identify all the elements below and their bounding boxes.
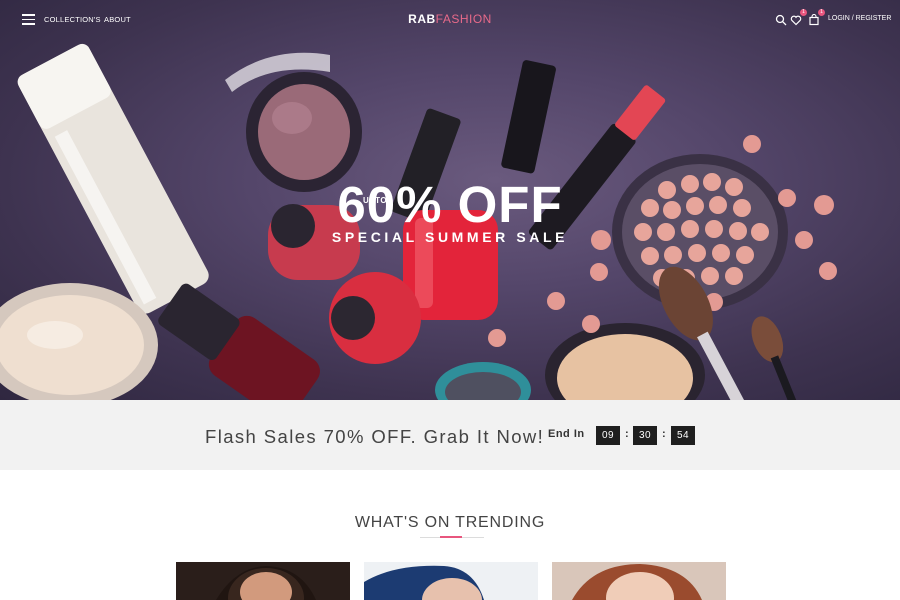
brand-logo[interactable]: RABFASHION [0, 12, 900, 26]
title-divider-accent [440, 536, 462, 538]
top-navigation: COLLECTION'S ABOUT RABFASHION 1 1 LOGIN … [0, 0, 900, 38]
countdown-separator: : [625, 428, 629, 440]
hero-subheadline: SPECIAL SUMMER SALE [331, 229, 569, 245]
flash-sale-text: Flash Sales 70% OFF. Grab It Now! [205, 426, 545, 447]
countdown-label: End In [548, 428, 585, 440]
login-register-link[interactable]: LOGIN / REGISTER [828, 15, 891, 22]
countdown-seconds: 54 [671, 426, 695, 445]
search-icon[interactable] [775, 13, 787, 26]
trending-card-image [176, 562, 350, 600]
trending-card[interactable] [552, 562, 726, 600]
trending-card-image [364, 562, 538, 600]
countdown-hours: 09 [596, 426, 620, 445]
hero-headline: 60% OFF [337, 176, 563, 233]
heart-icon[interactable]: 1 [790, 9, 807, 26]
cart-count-badge: 1 [818, 9, 825, 16]
trending-card[interactable] [176, 562, 350, 600]
hero-banner: COLLECTION'S ABOUT RABFASHION 1 1 LOGIN … [0, 0, 900, 400]
brand-logo-primary: RAB [408, 12, 436, 26]
cart-icon[interactable]: 1 [808, 9, 825, 26]
countdown-minutes: 30 [633, 426, 657, 445]
countdown-separator: : [662, 428, 666, 440]
wishlist-count-badge: 1 [800, 9, 807, 16]
flash-sale-bar: Flash Sales 70% OFF. Grab It Now! End In… [0, 400, 900, 470]
brand-logo-secondary: FASHION [435, 12, 492, 26]
trending-card[interactable] [364, 562, 538, 600]
trending-section-title: WHAT'S ON TRENDING [354, 514, 546, 531]
hero-upto-label: UPTO [363, 196, 388, 205]
trending-card-image [552, 562, 726, 600]
